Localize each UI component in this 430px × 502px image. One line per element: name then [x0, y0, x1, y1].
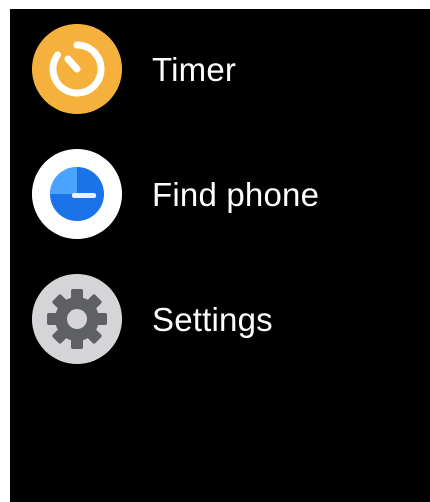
app-label-settings: Settings: [152, 300, 273, 338]
app-item-timer[interactable]: Timer: [32, 24, 422, 114]
app-item-find-phone[interactable]: Find phone: [32, 149, 422, 239]
gear-icon: [32, 274, 122, 364]
watch-screen: Timer Find phone Settings: [10, 9, 430, 502]
app-item-settings[interactable]: Settings: [32, 274, 422, 364]
find-phone-icon: [32, 149, 122, 239]
app-label-timer: Timer: [152, 50, 237, 88]
app-label-find-phone: Find phone: [152, 175, 320, 213]
timer-icon: [32, 24, 122, 114]
